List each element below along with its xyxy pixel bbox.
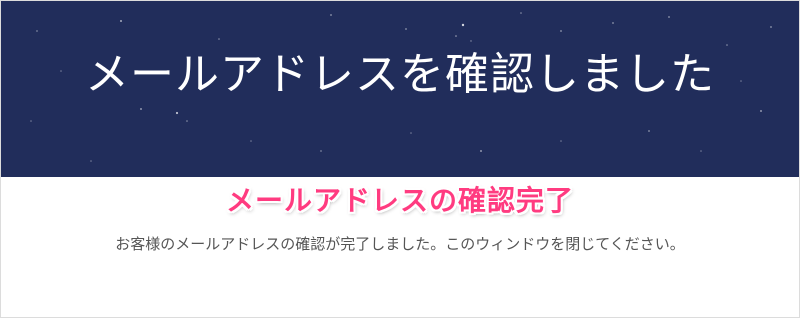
hero-banner: メールアドレスを確認しました [1, 1, 799, 177]
page-title: メールアドレスを確認しました [85, 49, 715, 100]
confirmation-message: お客様のメールアドレスの確認が完了しました。このウィンドウを閉じてください。 [115, 235, 685, 253]
annotation-caption: メールアドレスの確認完了 [225, 184, 574, 217]
